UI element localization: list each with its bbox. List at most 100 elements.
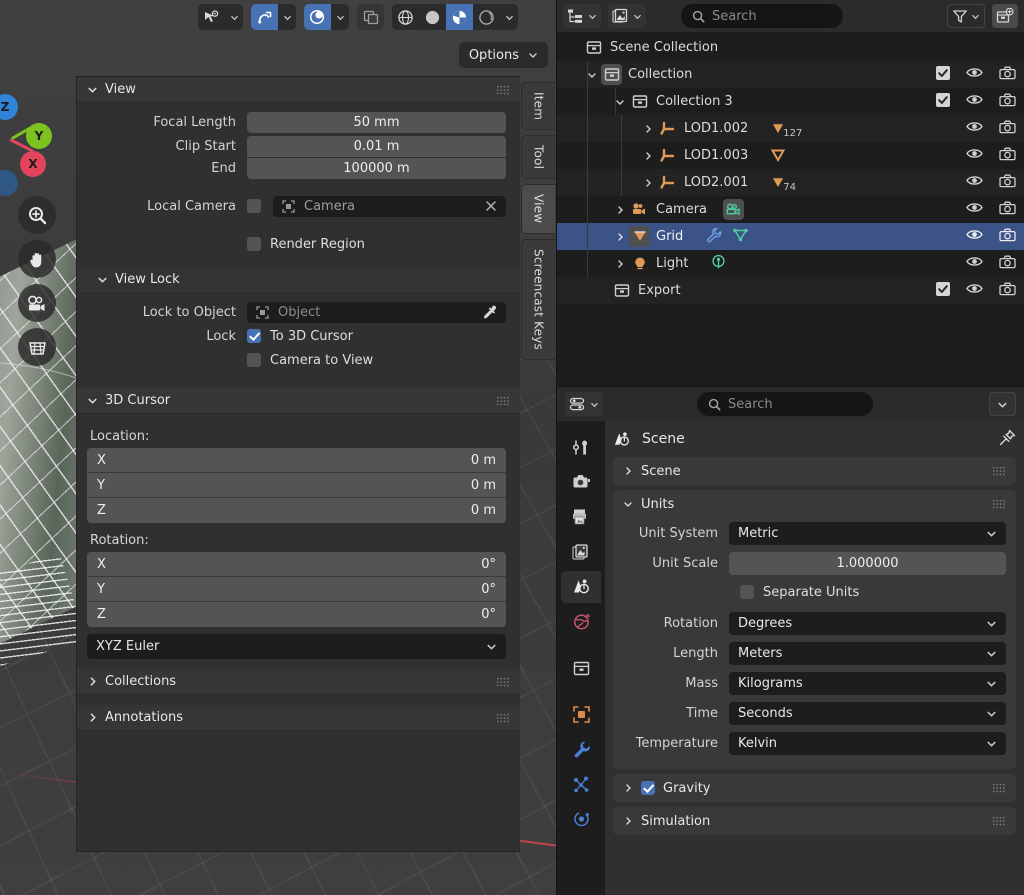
- particles-tab[interactable]: [561, 768, 601, 800]
- view-layer-tab[interactable]: [561, 536, 601, 568]
- gizmo-axis-y[interactable]: Y: [26, 123, 52, 149]
- disable-in-renders-camera-icon[interactable]: [999, 120, 1016, 138]
- disclosure-triangle-closed[interactable]: [611, 205, 629, 215]
- outliner-filter-id-button[interactable]: [608, 4, 646, 28]
- outliner-row-lod1-002[interactable]: LOD1.002 127: [557, 115, 1024, 142]
- cursor-location-x[interactable]: X 0 m: [87, 448, 506, 473]
- hide-in-viewport-eye-icon[interactable]: [966, 255, 983, 272]
- panel-grip-icon[interactable]: [992, 499, 1006, 509]
- outliner-row-lod2-001[interactable]: LOD2.001 74: [557, 169, 1024, 196]
- tool-tab[interactable]: [561, 431, 601, 463]
- modifier-wrench-icon[interactable]: [705, 227, 722, 247]
- object-tab[interactable]: [561, 698, 601, 730]
- properties-options-button[interactable]: [989, 392, 1016, 416]
- disable-in-renders-camera-icon[interactable]: [999, 93, 1016, 111]
- disable-in-renders-camera-icon[interactable]: [999, 201, 1016, 219]
- outliner-editor[interactable]: Search Scene Collection Collection Colle…: [556, 0, 1024, 386]
- panel-grip-icon[interactable]: [496, 676, 510, 687]
- outliner-row-scene-collection[interactable]: Scene Collection: [557, 34, 1024, 61]
- clip-start-field[interactable]: 0.01 m: [247, 135, 506, 157]
- sidebar-tab-tool[interactable]: Tool: [521, 135, 555, 180]
- visibility-tool-group[interactable]: [198, 4, 243, 30]
- collections-panel-header[interactable]: Collections: [77, 669, 520, 695]
- light-data-icon[interactable]: [710, 254, 727, 274]
- outliner-row-camera[interactable]: Camera: [557, 196, 1024, 223]
- camera-to-view-checkbox[interactable]: [247, 353, 261, 367]
- clip-end-field[interactable]: 100000 m: [247, 157, 506, 179]
- solid-shading-icon[interactable]: [419, 4, 446, 30]
- mass-units-dropdown[interactable]: Kilograms: [729, 671, 1006, 695]
- zoom-view-icon[interactable]: [18, 196, 56, 234]
- outliner-row-light[interactable]: Light: [557, 250, 1024, 277]
- outliner-row-lod1-003[interactable]: LOD1.003: [557, 142, 1024, 169]
- gravity-panel-header[interactable]: Gravity: [613, 774, 1016, 802]
- hide-in-viewport-eye-icon[interactable]: [966, 66, 983, 83]
- render-tab[interactable]: [561, 466, 601, 498]
- disclosure-triangle-open[interactable]: [583, 70, 601, 80]
- disable-in-renders-camera-icon[interactable]: [999, 255, 1016, 273]
- proportional-dropdown-caret[interactable]: [331, 12, 349, 22]
- units-panel-header[interactable]: Units: [613, 490, 1016, 518]
- panel-grip-icon[interactable]: [496, 395, 510, 406]
- 3d-cursor-panel-header[interactable]: 3D Cursor: [77, 388, 520, 414]
- exclude-checkbox[interactable]: [936, 65, 950, 84]
- camera-view-icon[interactable]: [18, 284, 56, 322]
- viewport-options-button[interactable]: Options: [458, 42, 548, 68]
- disable-in-renders-camera-icon[interactable]: [999, 174, 1016, 192]
- close-icon[interactable]: [485, 200, 497, 212]
- view-panel-header[interactable]: View: [77, 77, 520, 103]
- viewport-sidebar-n-panel[interactable]: View Focal Length 50 mm Clip Start 0.01 …: [76, 76, 520, 852]
- hide-in-viewport-eye-icon[interactable]: [966, 93, 983, 110]
- time-units-dropdown[interactable]: Seconds: [729, 701, 1006, 725]
- disable-in-renders-camera-icon[interactable]: [999, 147, 1016, 165]
- sidebar-tab-view[interactable]: View: [521, 184, 555, 234]
- move-view-hand-icon[interactable]: [18, 240, 56, 278]
- unit-system-dropdown[interactable]: Metric: [729, 521, 1006, 545]
- length-units-dropdown[interactable]: Meters: [729, 641, 1006, 665]
- cursor-rotation-y[interactable]: Y 0°: [87, 577, 506, 602]
- rotation-mode-dropdown[interactable]: XYZ Euler: [87, 634, 506, 659]
- disclosure-triangle-closed[interactable]: [639, 178, 657, 188]
- view-lock-panel-header[interactable]: View Lock: [77, 267, 520, 293]
- temperature-units-dropdown[interactable]: Kelvin: [729, 731, 1006, 755]
- hide-in-viewport-eye-icon[interactable]: [966, 120, 983, 137]
- disclosure-triangle-open[interactable]: [611, 97, 629, 107]
- panel-grip-icon[interactable]: [992, 466, 1006, 476]
- shading-mode-group[interactable]: [392, 4, 518, 30]
- sidebar-tab-screencast-keys[interactable]: Screencast Keys: [521, 238, 555, 360]
- navigation-gizmo[interactable]: Z Y X: [0, 88, 68, 196]
- disclosure-triangle-closed[interactable]: [611, 259, 629, 269]
- camera-data-icon[interactable]: [723, 199, 745, 220]
- shading-dropdown-caret[interactable]: [500, 12, 518, 22]
- local-camera-checkbox[interactable]: [247, 199, 261, 213]
- outliner-row-grid[interactable]: Grid: [557, 223, 1024, 250]
- hide-in-viewport-eye-icon[interactable]: [966, 282, 983, 299]
- to-3d-cursor-checkbox[interactable]: [247, 329, 261, 343]
- disable-in-renders-camera-icon[interactable]: [999, 66, 1016, 84]
- proportional-edit-tool-group[interactable]: [304, 4, 349, 30]
- exclude-checkbox[interactable]: [936, 281, 950, 300]
- rendered-shading-icon[interactable]: [473, 4, 500, 30]
- outliner-filter-button[interactable]: [947, 4, 985, 28]
- modifiers-tab[interactable]: [561, 733, 601, 765]
- panel-grip-icon[interactable]: [496, 84, 510, 95]
- gizmo-axis-x[interactable]: X: [20, 151, 46, 177]
- xray-toggle-icon[interactable]: [357, 4, 384, 30]
- local-camera-object-field[interactable]: Camera: [273, 195, 506, 217]
- outliner-search-input[interactable]: Search: [681, 4, 843, 28]
- outliner-display-mode-button[interactable]: [563, 4, 601, 28]
- sidebar-tab-item[interactable]: Item: [521, 82, 555, 131]
- eyedropper-icon[interactable]: [483, 305, 497, 319]
- cursor-location-z[interactable]: Z 0 m: [87, 498, 506, 523]
- outliner-new-collection-button[interactable]: [992, 4, 1018, 28]
- snap-dropdown-caret[interactable]: [278, 12, 296, 22]
- hide-in-viewport-eye-icon[interactable]: [966, 174, 983, 191]
- wireframe-shading-icon[interactable]: [392, 4, 419, 30]
- annotations-panel-header[interactable]: Annotations: [77, 705, 520, 731]
- scene-tab[interactable]: [561, 571, 601, 603]
- cursor-rotation-z[interactable]: Z 0°: [87, 602, 506, 627]
- focal-length-field[interactable]: 50 mm: [247, 111, 506, 133]
- disclosure-triangle-closed[interactable]: [611, 232, 629, 242]
- pin-icon[interactable]: [999, 429, 1016, 450]
- disable-in-renders-camera-icon[interactable]: [999, 228, 1016, 246]
